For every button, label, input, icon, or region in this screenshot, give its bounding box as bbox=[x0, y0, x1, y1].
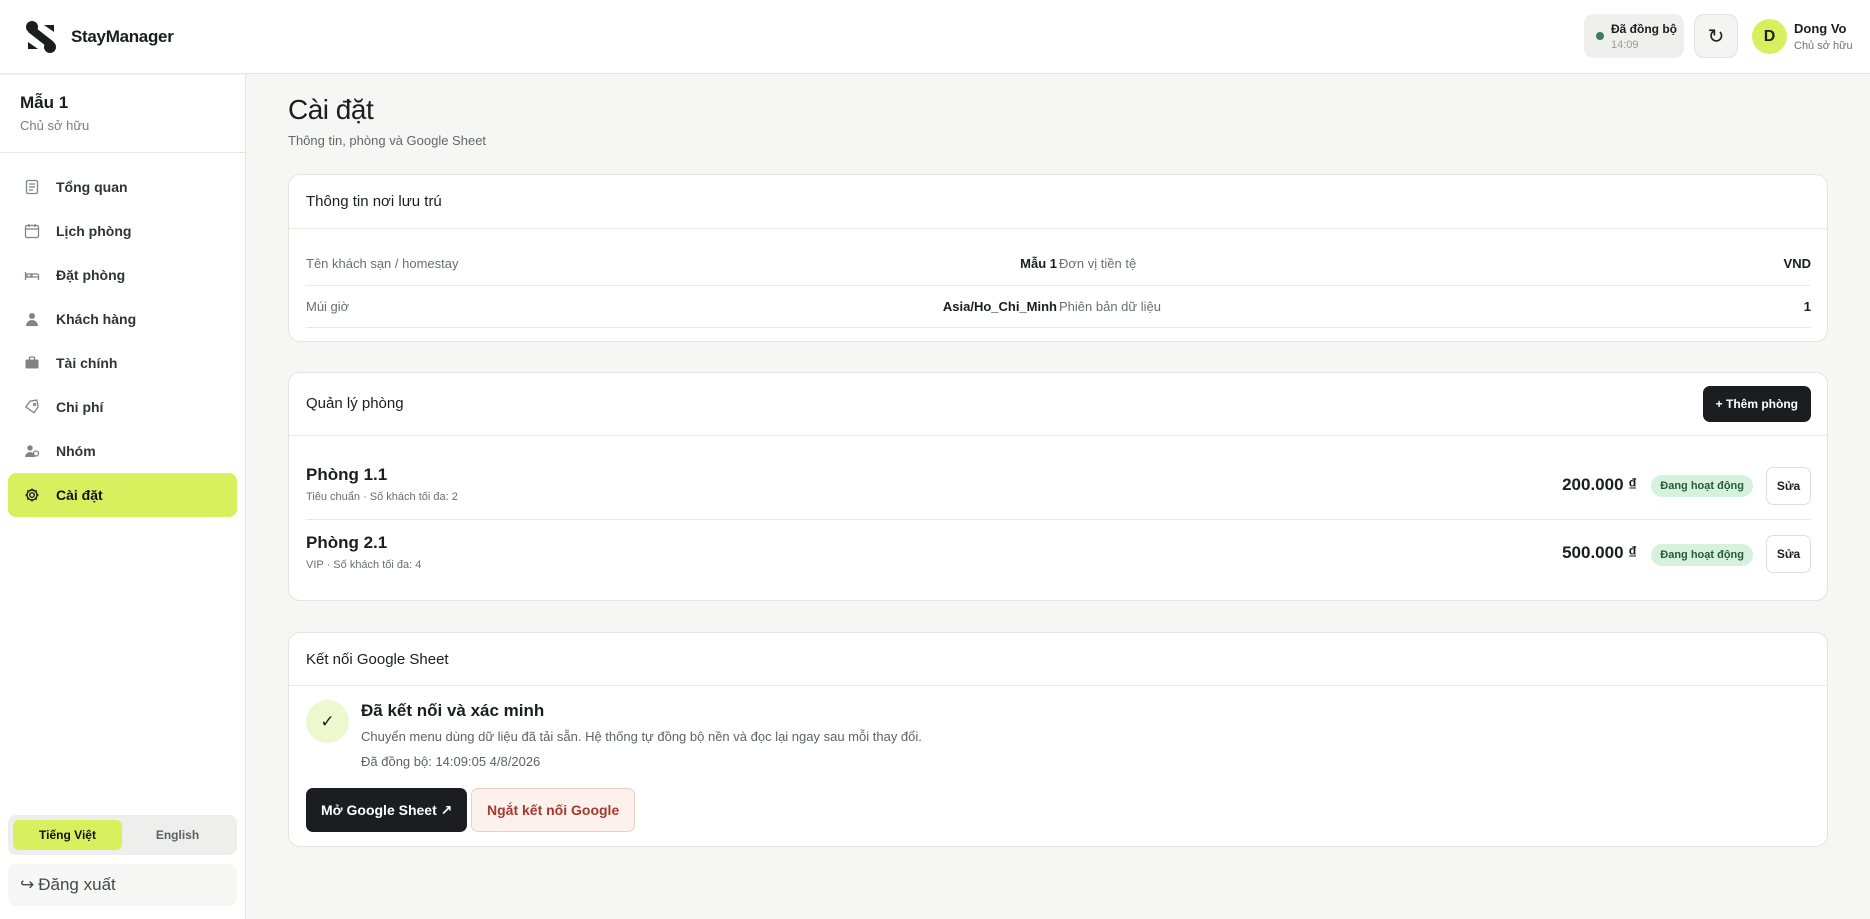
property-role: Chủ sở hữu bbox=[20, 118, 90, 133]
sidebar-item-label: Tổng quan bbox=[56, 179, 128, 195]
briefcase-icon bbox=[25, 356, 39, 369]
staymanager-logo bbox=[26, 21, 56, 53]
bed-icon bbox=[24, 272, 40, 280]
info-value: Mẫu 1 bbox=[1020, 256, 1057, 271]
info-value: Asia/Ho_Chi_Minh bbox=[942, 299, 1057, 314]
room-name: Phòng 2.1 bbox=[306, 533, 388, 552]
person-icon bbox=[26, 313, 38, 326]
sidebar-item-calendar[interactable]: Lịch phòng bbox=[8, 209, 237, 253]
info-label: Múi giờ bbox=[306, 299, 350, 314]
card-header: Thông tin nơi lưu trú bbox=[289, 175, 1827, 229]
check-icon: ✓ bbox=[306, 700, 349, 743]
row-divider bbox=[306, 285, 1811, 286]
room-price: 500.000 ₫ bbox=[1562, 543, 1637, 562]
user-role: Chủ sở hữu bbox=[1794, 40, 1853, 52]
connection-description: Chuyển menu dùng dữ liệu đã tải sẵn. Hệ … bbox=[361, 729, 922, 744]
sidebar-divider bbox=[0, 152, 246, 153]
sync-status-text: Đã đồng bộ bbox=[1611, 22, 1677, 36]
sidebar-item-team[interactable]: Nhóm bbox=[8, 429, 237, 473]
language-option-vi[interactable]: Tiếng Việt bbox=[13, 820, 122, 850]
sync-status: Đã đồng bộ 14:09 bbox=[1584, 14, 1684, 58]
page-subtitle: Thông tin, phòng và Google Sheet bbox=[288, 133, 487, 148]
info-label: Tên khách sạn / homestay bbox=[306, 256, 459, 271]
user-name: Dong Vo bbox=[1794, 21, 1847, 36]
brand-name: StayManager bbox=[71, 27, 174, 46]
logout-icon: ↪ bbox=[20, 875, 35, 894]
connection-status-title: Đã kết nối và xác minh bbox=[361, 701, 545, 720]
sidebar-item-finance[interactable]: Tài chính bbox=[8, 341, 237, 385]
top-bar: StayManager Đã đồng bộ 14:09 ↻ D Dong Vo… bbox=[0, 0, 1870, 74]
room-meta: VIP · Số khách tối đa: 4 bbox=[306, 559, 422, 571]
sidebar-item-settings[interactable]: Cài đặt bbox=[8, 473, 237, 517]
info-value: 1 bbox=[1803, 299, 1811, 314]
edit-room-button[interactable]: Sửa bbox=[1766, 467, 1811, 505]
room-meta: Tiêu chuẩn · Số khách tối đa: 2 bbox=[306, 491, 458, 503]
sidebar-item-label: Khách hàng bbox=[56, 311, 137, 327]
sidebar: Mẫu 1 Chủ sở hữu Tổng quan Lịch phòng Đặ… bbox=[0, 75, 246, 919]
calendar-icon bbox=[24, 224, 40, 239]
info-label: Phiên bản dữ liệu bbox=[1059, 299, 1161, 314]
card-title: Quản lý phòng bbox=[306, 395, 404, 412]
sidebar-item-label: Cài đặt bbox=[56, 487, 103, 503]
open-google-sheet-button[interactable]: Mở Google Sheet ↗ bbox=[306, 788, 468, 832]
tag-icon bbox=[25, 399, 39, 414]
logout-button[interactable]: ↪ Đăng xuất bbox=[8, 864, 237, 906]
team-icon bbox=[25, 445, 40, 457]
card-header: Quản lý phòng + Thêm phòng bbox=[289, 373, 1827, 436]
page-title: Cài đặt bbox=[288, 94, 374, 125]
sidebar-item-expenses[interactable]: Chi phí bbox=[8, 385, 237, 429]
sidebar-item-label: Tài chính bbox=[56, 355, 118, 371]
status-badge: Đang hoạt động bbox=[1651, 544, 1753, 566]
sidebar-item-label: Lịch phòng bbox=[56, 223, 132, 239]
avatar[interactable]: D bbox=[1752, 19, 1787, 54]
language-switch: Tiếng Việt English bbox=[8, 815, 237, 855]
info-value: VND bbox=[1783, 256, 1811, 271]
rooms-card: Quản lý phòng + Thêm phòng Phòng 1.1 Tiê… bbox=[288, 372, 1828, 601]
last-sync-time: Đã đồng bộ: 14:09:05 4/8/2026 bbox=[361, 754, 541, 769]
document-icon bbox=[25, 179, 39, 195]
language-option-en[interactable]: English bbox=[123, 820, 232, 850]
logout-label: Đăng xuất bbox=[38, 875, 116, 894]
sidebar-item-overview[interactable]: Tổng quan bbox=[8, 165, 237, 209]
sync-time: 14:09 bbox=[1611, 39, 1639, 51]
refresh-button[interactable]: ↻ bbox=[1694, 14, 1738, 58]
card-title: Thông tin nơi lưu trú bbox=[306, 193, 442, 210]
status-badge: Đang hoạt động bbox=[1651, 475, 1753, 497]
room-price: 200.000 ₫ bbox=[1562, 475, 1637, 494]
google-sheet-card: Kết nối Google Sheet ✓ Đã kết nối và xác… bbox=[288, 632, 1828, 847]
add-room-button[interactable]: + Thêm phòng bbox=[1702, 386, 1811, 422]
sidebar-item-label: Đặt phòng bbox=[56, 267, 126, 283]
edit-room-button[interactable]: Sửa bbox=[1766, 535, 1811, 573]
property-info-card: Thông tin nơi lưu trú Tên khách sạn / ho… bbox=[288, 174, 1828, 342]
sidebar-item-bookings[interactable]: Đặt phòng bbox=[8, 253, 237, 297]
info-label: Đơn vị tiền tệ bbox=[1059, 256, 1137, 271]
sidebar-item-label: Nhóm bbox=[56, 443, 96, 459]
property-name: Mẫu 1 bbox=[20, 93, 69, 112]
disconnect-google-button[interactable]: Ngắt kết nối Google bbox=[471, 788, 636, 832]
row-divider bbox=[306, 519, 1811, 520]
card-title: Kết nối Google Sheet bbox=[306, 651, 449, 668]
card-header: Kết nối Google Sheet bbox=[289, 633, 1827, 686]
room-name: Phòng 1.1 bbox=[306, 465, 388, 484]
refresh-icon: ↻ bbox=[1707, 25, 1725, 48]
sidebar-item-label: Chi phí bbox=[56, 399, 104, 415]
gear-icon bbox=[25, 488, 39, 502]
sync-dot-icon bbox=[1596, 32, 1604, 40]
sidebar-item-customers[interactable]: Khách hàng bbox=[8, 297, 237, 341]
row-divider bbox=[306, 327, 1811, 328]
